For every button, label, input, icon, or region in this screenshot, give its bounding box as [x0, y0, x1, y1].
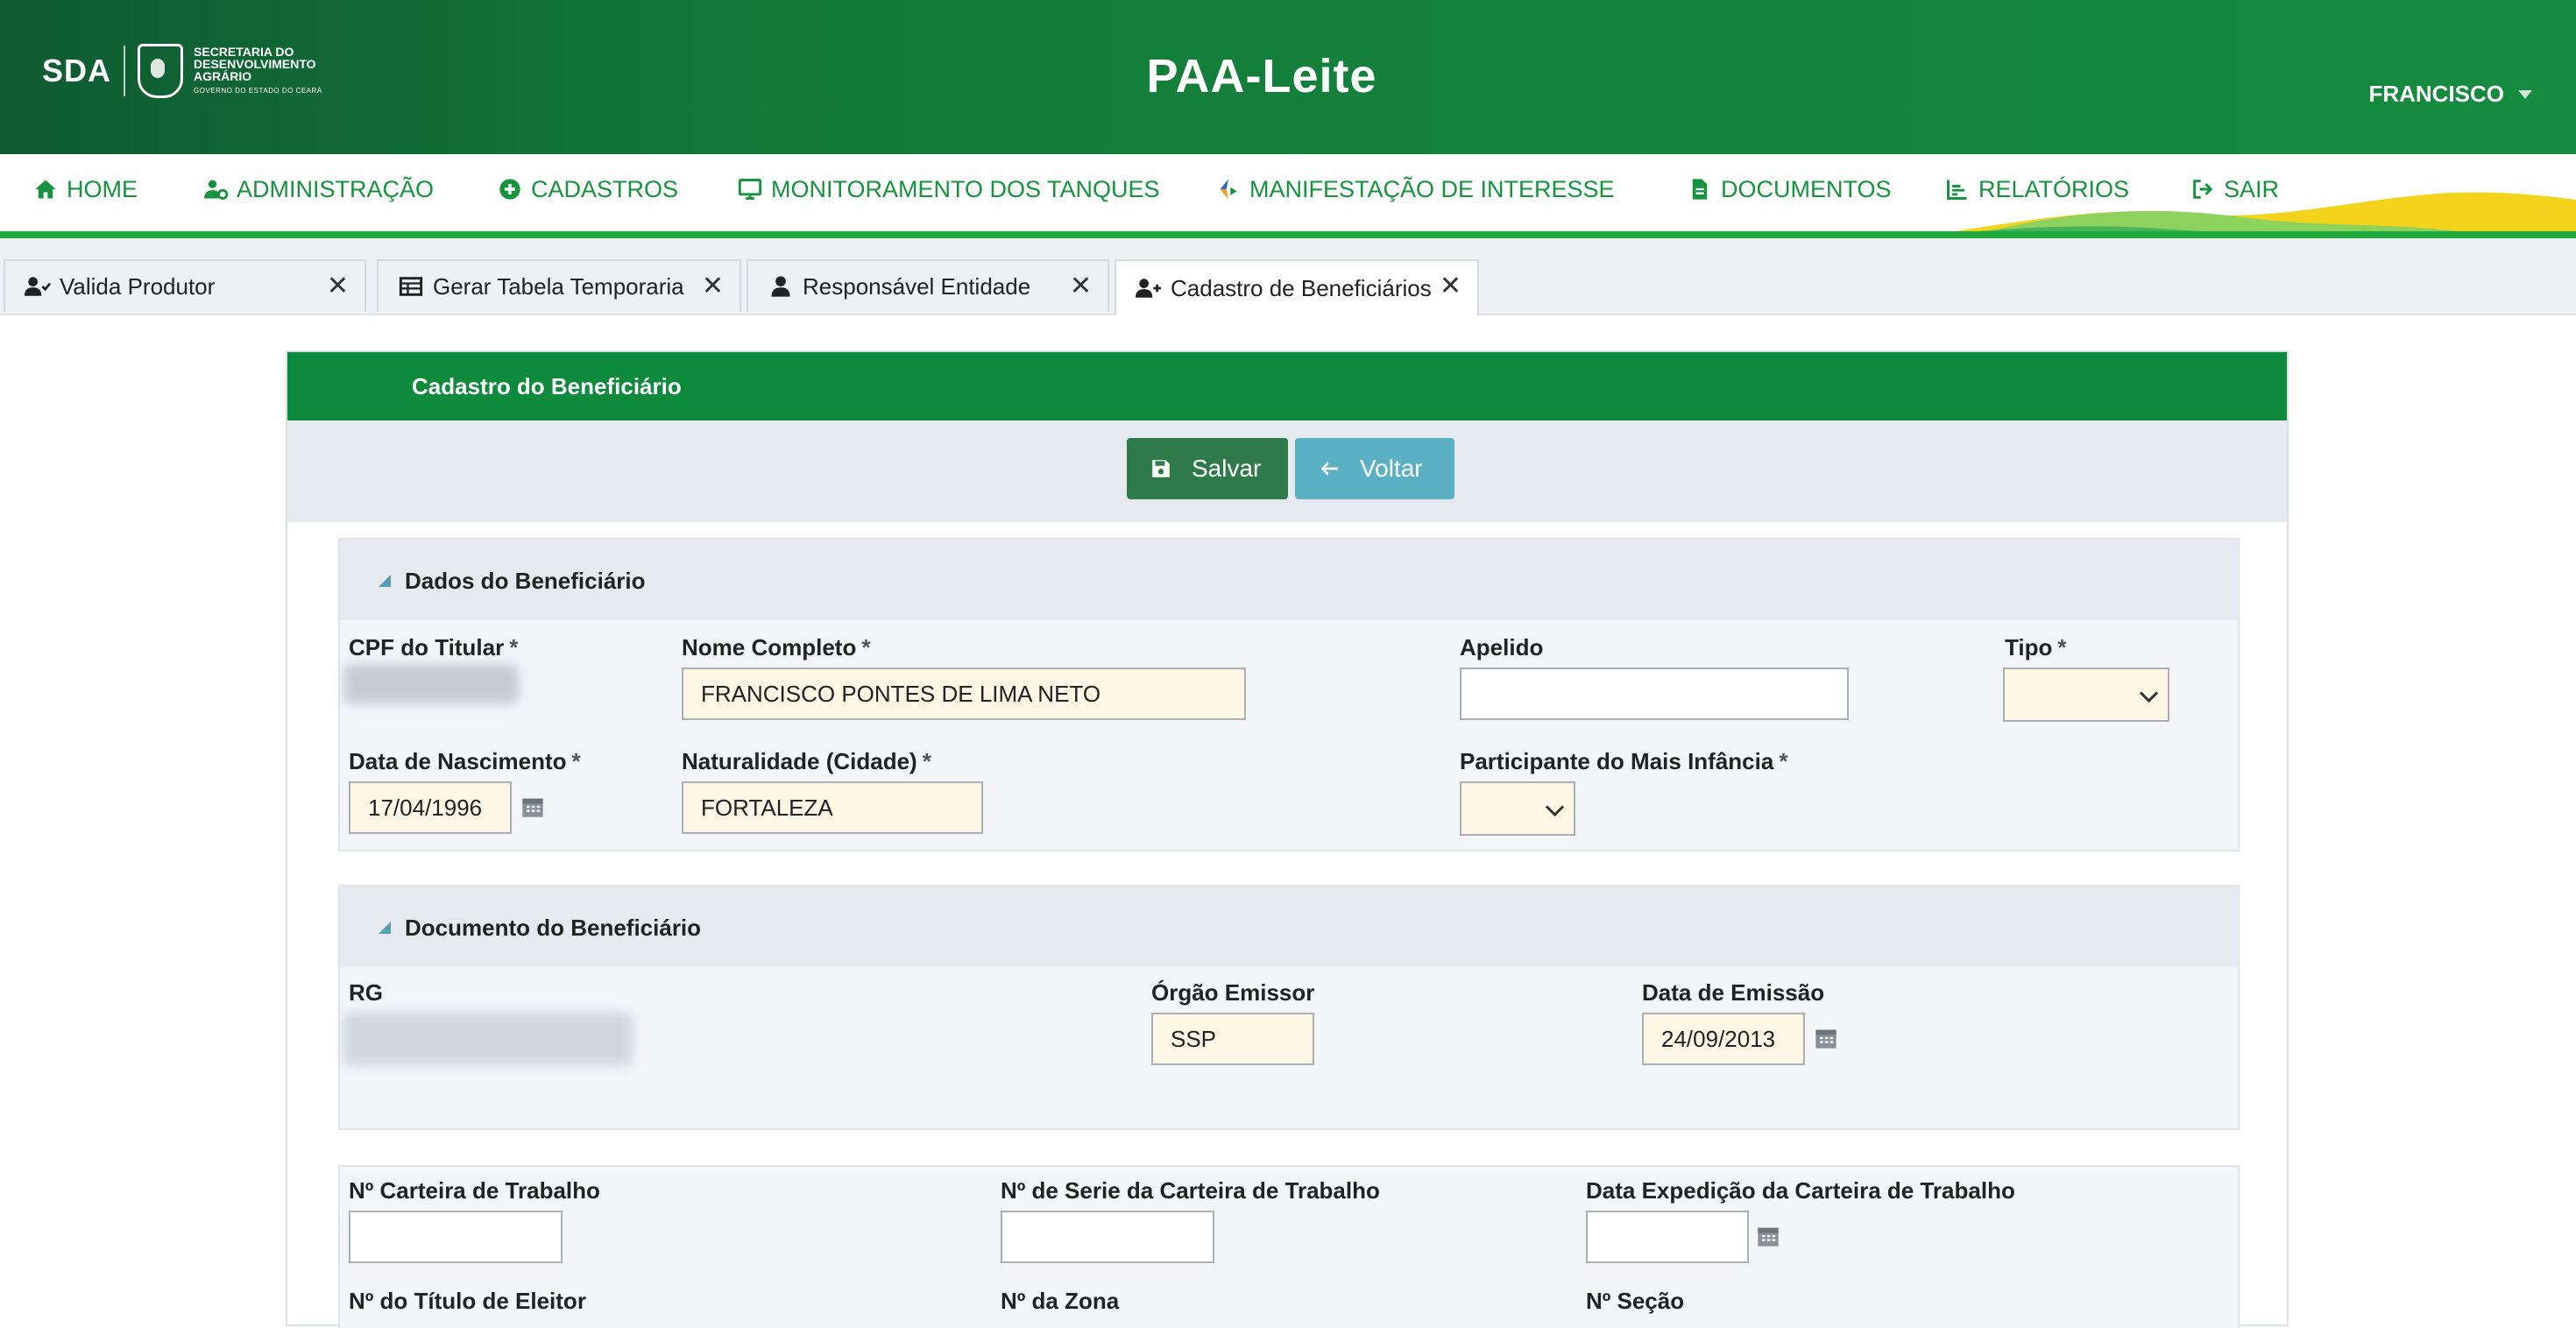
- apelido-field[interactable]: [1460, 668, 1849, 720]
- nav-administracao[interactable]: ADMINISTRAÇÃO: [203, 172, 434, 207]
- tab-bar: Valida Produtor ✕ Gerar Tabela Temporari…: [0, 238, 2576, 315]
- data-emissao-label: Data de Emissão: [1642, 979, 1825, 1006]
- tipo-select[interactable]: [2003, 668, 2169, 722]
- panel-header: Cadastro do Beneficiário: [287, 352, 2287, 420]
- arrow-left-icon: [1320, 462, 1338, 476]
- nav-home[interactable]: HOME: [33, 172, 138, 207]
- monitor-icon: [738, 179, 762, 200]
- table-icon: [399, 277, 423, 296]
- main-nav: HOME ADMINISTRAÇÃO CADASTROS MONITORAMEN…: [0, 154, 2576, 238]
- orgao-emissor-field[interactable]: [1151, 1013, 1314, 1065]
- nav-relatorios[interactable]: RELATÓRIOS: [1945, 172, 2129, 207]
- bar-chart-icon: [1947, 180, 1967, 200]
- home-icon: [35, 180, 56, 199]
- serie-carteira-field[interactable]: [1001, 1211, 1214, 1263]
- user-name: FRANCISCO: [2368, 81, 2504, 107]
- section-dados-beneficiario: Dados do Beneficiário CPF do Titular * No…: [338, 538, 2240, 851]
- section-header[interactable]: Documento do Beneficiário: [340, 887, 2238, 967]
- section-trabalho-eleitor: Nº Carteira de Trabalho Nº de Serie da C…: [338, 1165, 2240, 1328]
- form-toolbar: Salvar Voltar: [287, 420, 2287, 522]
- carteira-trabalho-label: Nº Carteira de Trabalho: [349, 1177, 600, 1204]
- panel-title: Cadastro do Beneficiário: [412, 373, 682, 399]
- user-gear-icon: [204, 180, 228, 200]
- nav-documentos[interactable]: DOCUMENTOS: [1688, 172, 1892, 207]
- close-icon[interactable]: ✕: [1440, 273, 1461, 300]
- data-emissao-field[interactable]: [1642, 1013, 1805, 1065]
- cpf-label: CPF do Titular *: [349, 634, 519, 660]
- collapse-triangle-icon: [379, 922, 391, 934]
- chevron-down-icon: [1545, 797, 1565, 817]
- rg-value-redacted: [343, 1013, 633, 1065]
- naturalidade-label: Naturalidade (Cidade) *: [682, 748, 931, 774]
- data-nascimento-field[interactable]: [349, 781, 512, 834]
- app-title: PAA-Leite: [1146, 50, 1377, 102]
- sign-out-icon: [2193, 180, 2213, 199]
- save-button[interactable]: Salvar: [1127, 438, 1288, 499]
- close-icon[interactable]: ✕: [1070, 273, 1092, 300]
- carteira-trabalho-field[interactable]: [349, 1211, 563, 1263]
- collapse-triangle-icon: [379, 575, 391, 587]
- diamond-logo-icon: [1220, 179, 1237, 200]
- tab-responsavel-entidade[interactable]: Responsável Entidade ✕: [747, 259, 1109, 312]
- nav-accent-line: [0, 231, 2576, 238]
- plus-circle-icon: [499, 179, 520, 200]
- serie-carteira-label: Nº de Serie da Carteira de Trabalho: [1001, 1177, 1380, 1204]
- titulo-eleitor-label: Nº do Título de Eleitor: [349, 1288, 586, 1314]
- apelido-label: Apelido: [1460, 634, 1544, 660]
- expedicao-carteira-field[interactable]: [1586, 1211, 1749, 1263]
- section-documento-beneficiario: Documento do Beneficiário RG Órgão Emiss…: [338, 885, 2240, 1130]
- nascimento-label: Data de Nascimento *: [349, 748, 581, 774]
- user-icon: [771, 276, 790, 297]
- user-menu[interactable]: FRANCISCO: [2368, 81, 2532, 108]
- file-icon: [1692, 179, 1708, 200]
- expedicao-carteira-label: Data Expedição da Carteira de Trabalho: [1586, 1177, 2015, 1204]
- close-icon[interactable]: ✕: [702, 273, 724, 300]
- nome-completo-field[interactable]: [682, 668, 1246, 720]
- rg-label: RG: [349, 979, 383, 1006]
- calendar-icon[interactable]: [520, 794, 545, 820]
- secao-label: Nº Seção: [1586, 1288, 1685, 1314]
- back-button[interactable]: Voltar: [1295, 438, 1454, 499]
- nav-manifestacao[interactable]: MANIFESTAÇÃO DE INTERESSE: [1216, 172, 1615, 207]
- chevron-down-icon: [2139, 683, 2159, 703]
- zona-label: Nº da Zona: [1001, 1288, 1120, 1314]
- nav-monitoramento[interactable]: MONITORAMENTO DOS TANQUES: [738, 172, 1160, 207]
- orgao-emissor-label: Órgão Emissor: [1151, 979, 1315, 1006]
- section-header[interactable]: Dados do Beneficiário: [340, 540, 2238, 620]
- cpf-value-redacted: [343, 664, 519, 704]
- close-icon[interactable]: ✕: [327, 273, 349, 300]
- save-icon: [1152, 460, 1170, 477]
- naturalidade-field[interactable]: [682, 781, 983, 834]
- nav-cadastros[interactable]: CADASTROS: [498, 172, 678, 207]
- calendar-icon[interactable]: [1756, 1223, 1780, 1249]
- caret-down-icon: [2518, 89, 2532, 99]
- tab-gerar-tabela[interactable]: Gerar Tabela Temporaria ✕: [377, 259, 741, 312]
- app-header: SDA SECRETARIA DO DESENVOLVIMENTO AGRÁRI…: [0, 0, 2576, 154]
- user-plus-icon: [1136, 279, 1161, 298]
- mais-infancia-select[interactable]: [1460, 781, 1575, 836]
- tab-cadastro-beneficiarios[interactable]: Cadastro de Beneficiários ✕: [1115, 259, 1479, 315]
- nav-sair[interactable]: SAIR: [2190, 172, 2279, 207]
- calendar-icon[interactable]: [1814, 1025, 1838, 1051]
- nome-label: Nome Completo *: [682, 634, 871, 660]
- tab-valida-produtor[interactable]: Valida Produtor ✕: [4, 259, 366, 312]
- user-check-icon: [25, 277, 51, 296]
- mais-infancia-label: Participante do Mais Infância *: [1460, 748, 1788, 774]
- beneficiario-form-panel: Cadastro do Beneficiário Salvar Voltar D…: [286, 350, 2289, 1328]
- tipo-label: Tipo *: [2005, 634, 2067, 660]
